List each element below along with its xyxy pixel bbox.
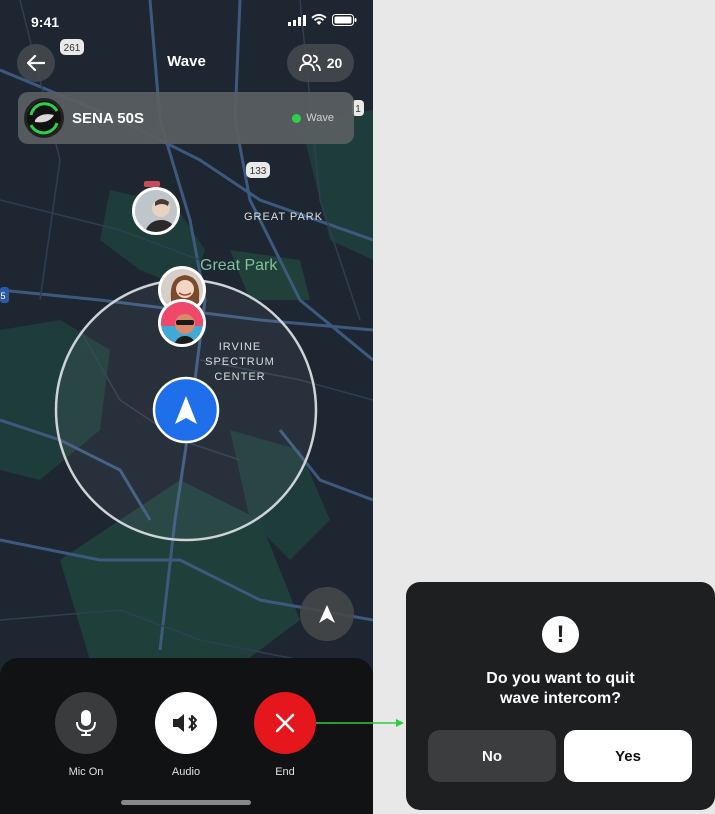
status-time: 9:41: [31, 14, 60, 30]
map-label-irvine-spectrum: IRVINE SPECTRUM CENTER: [205, 341, 275, 383]
yes-button[interactable]: Yes: [564, 730, 692, 782]
users-icon: [298, 54, 321, 72]
status-bar: 9:41: [0, 0, 373, 40]
close-icon: [275, 713, 295, 733]
map-label-great-park-caps: GREAT PARK: [244, 211, 324, 223]
device-name: SENA 50S: [72, 110, 144, 127]
speaker-bluetooth-icon: [173, 714, 197, 732]
member-avatar-1[interactable]: [132, 187, 180, 235]
call-controls-panel: Mic On Audio End: [0, 658, 373, 814]
quit-dialog: ! Do you want to quit wave intercom? No …: [406, 582, 715, 810]
wifi-icon: [311, 14, 327, 25]
battery-icon: [332, 14, 357, 26]
mic-label: Mic On: [68, 766, 104, 778]
svg-text:5: 5: [0, 291, 5, 301]
exclamation-icon: !: [542, 616, 579, 653]
audio-control[interactable]: Audio: [155, 692, 217, 778]
device-bar[interactable]: SENA 50S Wave: [18, 92, 354, 144]
phone-screen: 261 133 5 1 GREAT PARK Great Park IRVINE…: [0, 0, 373, 814]
svg-text:133: 133: [250, 166, 267, 177]
members-button[interactable]: 20: [287, 44, 354, 82]
mic-control[interactable]: Mic On: [55, 692, 117, 778]
dialog-message: Do you want to quit wave intercom?: [486, 670, 635, 707]
member-count: 20: [326, 55, 343, 71]
recenter-button[interactable]: [300, 587, 354, 641]
end-label: End: [275, 766, 295, 778]
road-badge-133: 133: [246, 162, 270, 178]
user-location-icon[interactable]: [152, 376, 220, 444]
device-status: Wave: [292, 112, 334, 124]
device-avatar: [24, 98, 64, 138]
status-icons: [288, 14, 357, 26]
audio-button[interactable]: [155, 692, 217, 754]
status-dot-icon: [292, 113, 302, 123]
cellular-signal-icon: [288, 14, 306, 26]
end-call-button[interactable]: [254, 692, 316, 754]
microphone-icon: [76, 710, 96, 736]
no-button[interactable]: No: [428, 730, 556, 782]
svg-text:1: 1: [355, 104, 361, 115]
map-label-great-park: Great Park: [200, 257, 278, 274]
mic-button[interactable]: [55, 692, 117, 754]
navigation-arrow-icon: [319, 605, 335, 623]
flow-arrow-icon: [316, 719, 404, 727]
home-indicator[interactable]: [121, 800, 251, 805]
headset-logo-icon: [29, 102, 59, 135]
member-avatar-3[interactable]: [158, 299, 206, 347]
end-control[interactable]: End: [254, 692, 316, 778]
audio-label: Audio: [171, 766, 201, 778]
road-badge-5: 5: [0, 287, 9, 303]
